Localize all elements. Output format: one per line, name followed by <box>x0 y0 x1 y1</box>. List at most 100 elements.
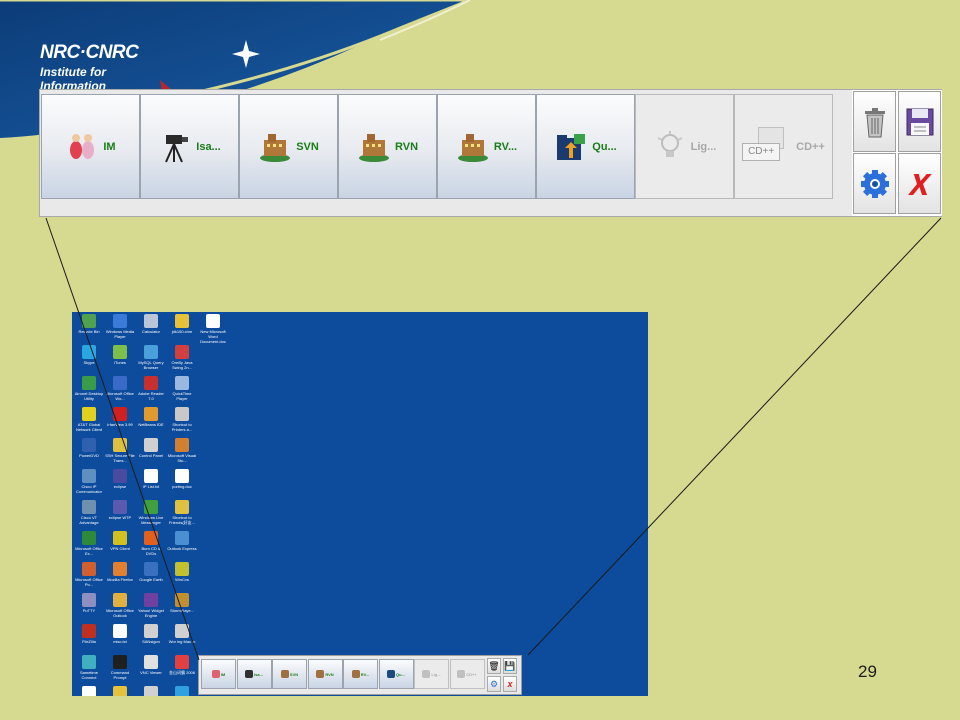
desktop-icon-image <box>82 407 96 421</box>
mini-toolbar-button-icon <box>211 670 220 678</box>
desktop-icon[interactable]: Aironet Desktop Utility <box>74 376 104 401</box>
desktop-icon[interactable]: Adobe Reader 7.0 <box>136 376 166 401</box>
desktop-icon[interactable]: Calculator <box>136 314 166 334</box>
toolbar-button-svn[interactable]: SVN <box>239 94 338 199</box>
desktop-icon[interactable]: logo.txt <box>74 686 104 696</box>
desktop-icon[interactable]: WinCvs <box>167 562 197 582</box>
desktop-icon-image <box>144 407 158 421</box>
desktop-icon[interactable]: iTunes <box>105 345 135 365</box>
desktop-icon[interactable]: misc.txt <box>105 624 135 644</box>
desktop-icon-image <box>82 624 96 638</box>
mini-toolbar-button[interactable]: RVN <box>307 659 343 689</box>
desktop-icon[interactable]: Cisco VT Advantage <box>74 500 104 525</box>
im-people-icon <box>70 133 95 159</box>
desktop-icon-label: Sametime Connect <box>79 670 98 680</box>
desktop-icon[interactable]: Command Prompt <box>105 655 135 680</box>
desktop-icon[interactable]: AT&T Global Network Client <box>74 407 104 432</box>
mini-close-icon[interactable]: x <box>503 676 517 692</box>
desktop-icon[interactable]: SSH Secure Shell Client <box>136 686 166 696</box>
cd-folder-icon-text: CD++ <box>742 142 781 161</box>
close-button[interactable] <box>898 153 941 214</box>
desktop-icon[interactable]: Yahoo! Widget Engine <box>136 593 166 618</box>
mini-gear-icon[interactable]: ⚙ <box>487 676 501 692</box>
mini-trash-icon[interactable]: 🗑 <box>487 658 501 674</box>
desktop-icon[interactable]: Sametime Connect <box>74 655 104 680</box>
toolbar-button-cdpp[interactable]: CD++ CD++ <box>734 94 833 199</box>
toolbar-button-im[interactable]: IM <box>41 94 140 199</box>
mini-save-disk-icon[interactable]: 💾 <box>503 658 517 674</box>
desktop-icon[interactable]: Wor ing Mac in <box>167 624 197 644</box>
mini-toolbar-button[interactable]: SVN <box>272 659 307 689</box>
desktop-icon[interactable]: Microsoft Visual Stu... <box>167 438 197 463</box>
desktop-icon[interactable]: Skype <box>74 345 104 365</box>
desktop-icon-image <box>144 376 158 390</box>
toolbar-button-label: IM <box>103 140 116 153</box>
desktop-icon[interactable]: Outlook Express <box>167 531 197 551</box>
desktop-icon[interactable]: VNC Viewer <box>136 655 166 675</box>
desktop-icon[interactable]: PuTTY <box>74 593 104 613</box>
trash-button[interactable] <box>853 91 896 152</box>
toolbar-button-lig[interactable]: Lig... <box>635 94 734 199</box>
toolbar-button-label: Isa... <box>196 140 221 153</box>
desktop-icon[interactable]: 金山词霸 2006 <box>167 655 197 675</box>
desktop-icon-image <box>113 314 127 328</box>
mini-toolbar-button[interactable]: Qu... <box>378 659 414 689</box>
desktop-icon[interactable]: porting.doc <box>167 469 197 489</box>
launcher-toolbar-zoomed: IM Isa... SVN RVN RV... Qu... Lig... CD+… <box>39 89 942 217</box>
cd-folder-icon: CD++ <box>742 126 792 167</box>
desktop-icon[interactable]: FileZilla <box>74 624 104 644</box>
desktop-icon[interactable]: SANsigon <box>136 624 166 644</box>
desktop-icon-image <box>113 500 127 514</box>
desktop-icon[interactable]: Microsoft Office Ex... <box>74 531 104 556</box>
toolbar-button-isa[interactable]: Isa... <box>140 94 239 199</box>
desktop-icon[interactable]: Microsoft Office Outlook <box>105 593 135 618</box>
desktop-icon[interactable]: jdk150.chm <box>167 314 197 334</box>
toolbar-button-rvn[interactable]: RVN <box>338 94 437 199</box>
desktop-icon[interactable]: Control Panel <box>136 438 166 458</box>
desktop-icon[interactable]: Cisco IP Communicator <box>74 469 104 494</box>
desktop-icon[interactable]: Windows Live Messenger <box>136 500 166 525</box>
mini-toolbar-button[interactable]: IM <box>201 659 236 689</box>
desktop-icon[interactable]: 腾讯QQ <box>167 686 197 696</box>
desktop-icon[interactable]: IrfanView 3.99 <box>105 407 135 427</box>
desktop-icon[interactable]: Mozilla Firefox <box>105 562 135 582</box>
desktop-icon[interactable]: IP List.txt <box>136 469 166 489</box>
desktop-icon[interactable]: eclipse <box>105 469 135 489</box>
mini-toolbar-button[interactable]: Isa... <box>236 659 272 689</box>
mini-toolbar-button[interactable]: CD++ <box>449 659 485 689</box>
desktop-icon[interactable]: SSH Secure File Trans... <box>105 438 135 463</box>
desktop-icon-label: Recycle Bin <box>78 329 100 334</box>
desktop-icon[interactable]: MySQL Query Browser <box>136 345 166 370</box>
desktop-icon[interactable]: Shortcut to jdk150.chm <box>105 686 135 696</box>
desktop-icon[interactable]: eclipse WTP <box>105 500 135 520</box>
desktop-icon-label: misc.txt <box>113 639 127 644</box>
settings-button[interactable] <box>853 153 896 214</box>
mini-toolbar-button-icon <box>316 670 325 678</box>
desktop-icon[interactable]: Google Earth <box>136 562 166 582</box>
toolbar-button-rv[interactable]: RV... <box>437 94 536 199</box>
desktop-icon[interactable]: QuickTime Player <box>167 376 197 401</box>
desktop-icon[interactable]: Oreilly Java Swing 2n... <box>167 345 197 370</box>
mini-toolbar-button[interactable]: RV... <box>343 659 378 689</box>
desktop-icon[interactable]: Recycle Bin <box>74 314 104 334</box>
desktop-icon[interactable]: PowerDVD <box>74 438 104 458</box>
desktop-icon[interactable]: StormPlaye... <box>167 593 197 613</box>
desktop-icon-image <box>82 345 96 359</box>
desktop-icon[interactable]: Shortcut to Friends(好友... <box>167 500 197 525</box>
desktop-icon[interactable]: Microsoft Office Po... <box>74 562 104 587</box>
desktop-icon-image <box>82 562 96 576</box>
desktop-icon[interactable]: New Microsoft Word Document.doc <box>198 314 228 344</box>
desktop-icon[interactable]: VPN Client <box>105 531 135 551</box>
desktop-icon[interactable]: Windows Media Player <box>105 314 135 339</box>
desktop-icon-label: Windows Media Player <box>105 329 135 339</box>
toolbar-button-qu[interactable]: Qu... <box>536 94 635 199</box>
desktop-icon-image <box>144 562 158 576</box>
save-button[interactable] <box>898 91 941 152</box>
desktop-icon[interactable]: Burn CD & DVDs <box>136 531 166 556</box>
desktop-icon[interactable]: NetBeans IDE <box>136 407 166 427</box>
desktop-icon-label: Shortcut to Printers a... <box>171 422 193 432</box>
desktop-icon[interactable]: Microsoft Office Wo... <box>105 376 135 401</box>
desktop-icon[interactable]: Shortcut to Printers a... <box>167 407 197 432</box>
mini-toolbar-button[interactable]: Lig... <box>414 659 449 689</box>
trash-icon <box>864 107 885 137</box>
